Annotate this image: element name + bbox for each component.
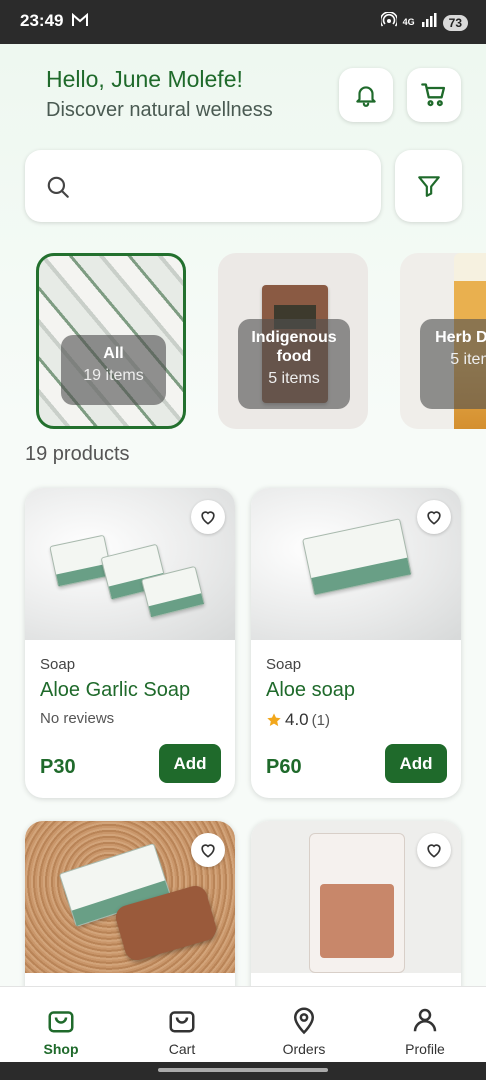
category-count: 5 items — [450, 351, 486, 368]
battery-indicator: 73 — [442, 14, 468, 31]
cart-icon — [421, 83, 446, 107]
search-icon — [47, 176, 69, 198]
user-icon — [413, 1008, 437, 1032]
favorite-button[interactable] — [417, 833, 451, 867]
search-bar[interactable] — [25, 150, 381, 222]
location-pin-icon — [293, 1007, 315, 1035]
add-to-cart-button[interactable]: Add — [385, 744, 447, 783]
filter-button[interactable] — [395, 150, 462, 222]
favorite-button[interactable] — [417, 500, 451, 534]
hotspot-icon — [379, 11, 398, 33]
cart-icon — [169, 1011, 195, 1033]
greeting-title: Hello, June Molefe! — [46, 66, 243, 92]
nav-orders[interactable]: Orders — [264, 1005, 344, 1057]
nav-cart[interactable]: Cart — [142, 1005, 222, 1057]
heart-icon — [201, 511, 215, 525]
product-name: Aloe Garlic Soap — [40, 679, 191, 701]
product-price: P60 — [266, 756, 302, 778]
rating-value: 4.0 — [285, 710, 309, 729]
rating-count: (1) — [311, 711, 330, 729]
nav-label: Cart — [168, 1041, 196, 1057]
favorite-button[interactable] — [191, 833, 225, 867]
category-name: Indigenous food — [251, 329, 337, 365]
category-count: 19 items — [83, 367, 144, 384]
product-card[interactable] — [251, 821, 461, 986]
nav-label: Orders — [282, 1041, 326, 1057]
filter-icon — [417, 176, 440, 197]
gmail-icon — [72, 12, 88, 32]
greeting-subtitle: Discover natural wellness — [46, 99, 273, 121]
category-label: All 19 items — [61, 335, 166, 405]
greeting: Hello, June Molefe! Discover natural wel… — [46, 66, 273, 122]
search-input[interactable] — [85, 170, 365, 202]
product-card[interactable] — [25, 821, 235, 986]
favorite-button[interactable] — [191, 500, 225, 534]
category-all[interactable]: All 19 items — [36, 253, 186, 429]
nav-shop[interactable]: Shop — [21, 1005, 101, 1057]
product-image — [251, 821, 461, 973]
status-bar: 23:49 4G 73 — [0, 0, 486, 44]
product-rating: 4.0 (1) — [266, 710, 447, 730]
product-name: Aloe soap — [266, 679, 355, 701]
category-count: 5 items — [268, 370, 320, 387]
product-count: 19 products — [25, 443, 130, 465]
category-name: All — [103, 345, 124, 362]
gesture-bar — [0, 1062, 486, 1080]
category-herb-drink[interactable]: Herb Drink 5 items — [400, 253, 486, 429]
shop-screen: Hello, June Molefe! Discover natural wel… — [0, 44, 486, 986]
product-card[interactable]: Soap Aloe Garlic Soap No reviews P30 Add — [25, 488, 235, 798]
heart-icon — [427, 844, 441, 858]
product-category: Soap — [40, 656, 76, 673]
product-info — [251, 973, 461, 986]
product-info — [25, 973, 235, 986]
bell-icon — [356, 86, 376, 107]
heart-icon — [427, 511, 441, 525]
product-reviews: No reviews — [40, 710, 115, 727]
nav-label: Shop — [43, 1041, 79, 1057]
product-image — [251, 488, 461, 640]
network-type: 4G — [402, 17, 415, 27]
status-time: 23:49 — [20, 11, 64, 30]
product-category: Soap — [266, 656, 302, 673]
nav-label: Profile — [405, 1041, 445, 1057]
nav-profile[interactable]: Profile — [385, 1005, 465, 1057]
add-to-cart-button[interactable]: Add — [159, 744, 221, 783]
bottom-navigation: Shop Cart Orders Profile — [0, 986, 486, 1062]
product-price: P30 — [40, 756, 76, 778]
product-image — [25, 488, 235, 640]
signal-icon — [421, 13, 437, 32]
category-name: Herb Drink — [435, 329, 486, 346]
category-indigenous-food[interactable]: Indigenous food 5 items — [218, 253, 368, 429]
product-info: Soap Aloe Garlic Soap No reviews P30 Add — [25, 640, 235, 798]
product-card[interactable]: Soap Aloe soap 4.0 (1) P60 Add — [251, 488, 461, 798]
product-image — [25, 821, 235, 973]
cart-button[interactable] — [407, 68, 461, 122]
category-label: Herb Drink 5 items — [420, 319, 486, 409]
star-icon — [267, 713, 281, 727]
product-info: Soap Aloe soap 4.0 (1) P60 Add — [251, 640, 461, 798]
category-label: Indigenous food 5 items — [238, 319, 350, 409]
heart-icon — [201, 844, 215, 858]
notifications-button[interactable] — [339, 68, 393, 122]
shopping-bag-icon — [48, 1011, 74, 1033]
